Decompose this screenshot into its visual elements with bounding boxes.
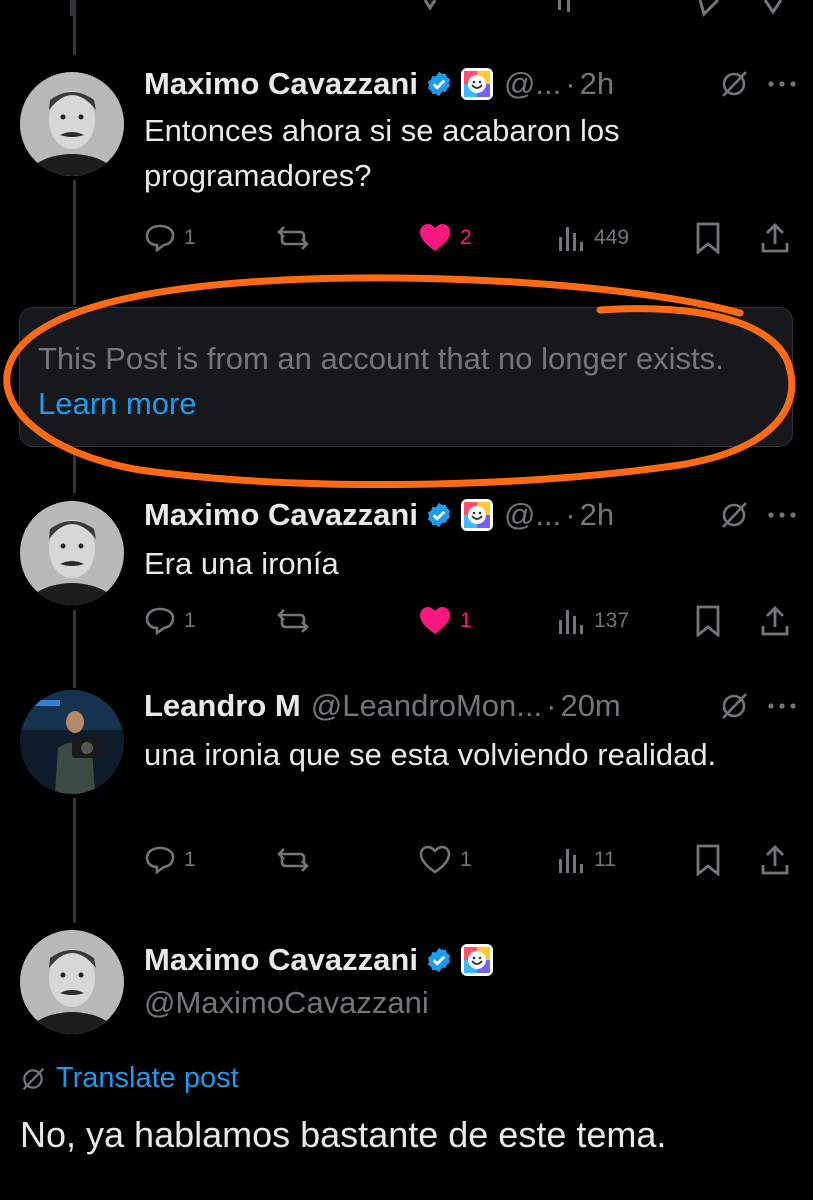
author-handle[interactable]: @... xyxy=(504,497,561,533)
verified-badge-icon xyxy=(425,501,453,529)
like-count: 1 xyxy=(460,848,472,871)
repost-icon xyxy=(277,848,309,872)
post-header: Leandro M @LeandroMon... · 20m xyxy=(144,686,797,726)
reply-icon xyxy=(145,224,175,253)
verified-badge-icon xyxy=(425,70,453,98)
translate-post-link[interactable]: Translate post xyxy=(20,1062,239,1095)
main-post-text: No, ya hablamos bastante de este tema. xyxy=(20,1114,667,1155)
bookmark-icon xyxy=(696,844,720,876)
like-count: 1 xyxy=(460,609,472,632)
post-time[interactable]: 2h xyxy=(580,497,614,533)
grok-icon[interactable] xyxy=(719,691,749,721)
verified-badge-icon xyxy=(425,946,453,974)
views-button[interactable]: 137 xyxy=(556,601,629,641)
repost-icon xyxy=(277,226,309,250)
avatar[interactable] xyxy=(20,690,124,794)
author-handle[interactable]: @MaximoCavazzani xyxy=(144,985,429,1021)
reply-button[interactable]: 1 xyxy=(144,218,196,258)
post-header: Maximo Cavazzani @... · 2h xyxy=(144,64,797,104)
like-button[interactable]: 1 xyxy=(418,601,472,641)
share-button[interactable] xyxy=(760,840,790,880)
author-name[interactable]: Leandro M xyxy=(144,688,301,724)
more-icon[interactable] xyxy=(767,80,797,88)
views-icon xyxy=(559,610,583,634)
thread-line-1 xyxy=(73,180,76,305)
reply-icon xyxy=(145,607,175,636)
views-icon xyxy=(559,227,583,251)
grok-icon[interactable] xyxy=(719,500,749,530)
heart-icon xyxy=(420,224,450,251)
bookmark-icon xyxy=(696,222,720,254)
author-name[interactable]: Maximo Cavazzani xyxy=(144,942,418,978)
more-icon[interactable] xyxy=(767,511,797,519)
views-button[interactable]: 11 xyxy=(556,840,616,880)
separator-dot: · xyxy=(565,66,576,101)
reply-icon xyxy=(145,846,175,875)
learn-more-link[interactable]: Learn more xyxy=(38,386,197,421)
thread-line-2 xyxy=(73,448,76,493)
repost-button[interactable] xyxy=(276,840,310,880)
repost-button[interactable] xyxy=(276,218,310,258)
post-text: Entonces ahora si se acabaron los progra… xyxy=(144,113,620,193)
share-icon xyxy=(761,845,789,875)
translate-icon xyxy=(20,1066,46,1092)
repost-button[interactable] xyxy=(276,601,310,641)
notice-text: This Post is from an account that no lon… xyxy=(38,341,724,376)
thread-line-4 xyxy=(73,798,76,923)
avatar[interactable] xyxy=(20,501,124,605)
unavailable-post-notice: This Post is from an account that no lon… xyxy=(19,307,793,447)
affiliate-logo-icon[interactable] xyxy=(460,67,494,101)
separator-dot: · xyxy=(565,497,576,532)
author-name[interactable]: Maximo Cavazzani xyxy=(144,66,418,102)
post-time[interactable]: 2h xyxy=(580,66,614,102)
avatar[interactable] xyxy=(20,72,124,176)
views-icon xyxy=(559,849,583,873)
like-count: 2 xyxy=(460,226,472,249)
bookmark-button[interactable] xyxy=(694,601,722,641)
thread-line-top xyxy=(73,0,76,55)
bookmark-button[interactable] xyxy=(694,218,722,258)
heart-icon xyxy=(420,607,450,634)
views-count: 137 xyxy=(594,609,630,632)
share-icon xyxy=(761,223,789,253)
action-bar: 1 2 449 xyxy=(144,218,794,258)
views-count: 449 xyxy=(594,226,630,249)
translate-label: Translate post xyxy=(56,1062,239,1094)
affiliate-logo-icon[interactable] xyxy=(460,498,494,532)
avatar[interactable] xyxy=(20,930,124,1034)
heart-icon xyxy=(419,845,451,874)
share-icon xyxy=(761,606,789,636)
views-button[interactable]: 449 xyxy=(556,218,629,258)
post-text: una ironia que se esta volviendo realida… xyxy=(144,737,717,772)
like-button[interactable]: 2 xyxy=(418,218,472,258)
reply-count: 1 xyxy=(184,609,196,632)
bookmark-icon xyxy=(696,605,720,637)
action-bar: 1 1 11 xyxy=(144,840,794,880)
reply-button[interactable]: 1 xyxy=(144,840,196,880)
separator-dot: · xyxy=(546,688,557,723)
bookmark-button[interactable] xyxy=(694,840,722,880)
author-handle[interactable]: @LeandroMon... xyxy=(311,688,542,724)
share-button[interactable] xyxy=(760,601,790,641)
reply-button[interactable]: 1 xyxy=(144,601,196,641)
more-icon[interactable] xyxy=(767,702,797,710)
like-button[interactable]: 1 xyxy=(418,840,472,880)
previous-post-actions-strip xyxy=(0,0,813,22)
author-name[interactable]: Maximo Cavazzani xyxy=(144,497,418,533)
grok-icon[interactable] xyxy=(719,69,749,99)
post-header: Maximo Cavazzani xyxy=(144,940,797,980)
reply-count: 1 xyxy=(184,226,196,249)
action-bar: 1 1 137 xyxy=(144,601,794,641)
post-header: Maximo Cavazzani @... · 2h xyxy=(144,495,797,535)
repost-icon xyxy=(277,609,309,633)
thread-line-3 xyxy=(73,610,76,688)
post-text: Era una ironía xyxy=(144,546,339,581)
share-button[interactable] xyxy=(760,218,790,258)
views-count: 11 xyxy=(594,848,616,871)
post-time[interactable]: 20m xyxy=(560,688,620,724)
author-handle[interactable]: @... xyxy=(504,66,561,102)
reply-count: 1 xyxy=(184,848,196,871)
affiliate-logo-icon[interactable] xyxy=(460,943,494,977)
